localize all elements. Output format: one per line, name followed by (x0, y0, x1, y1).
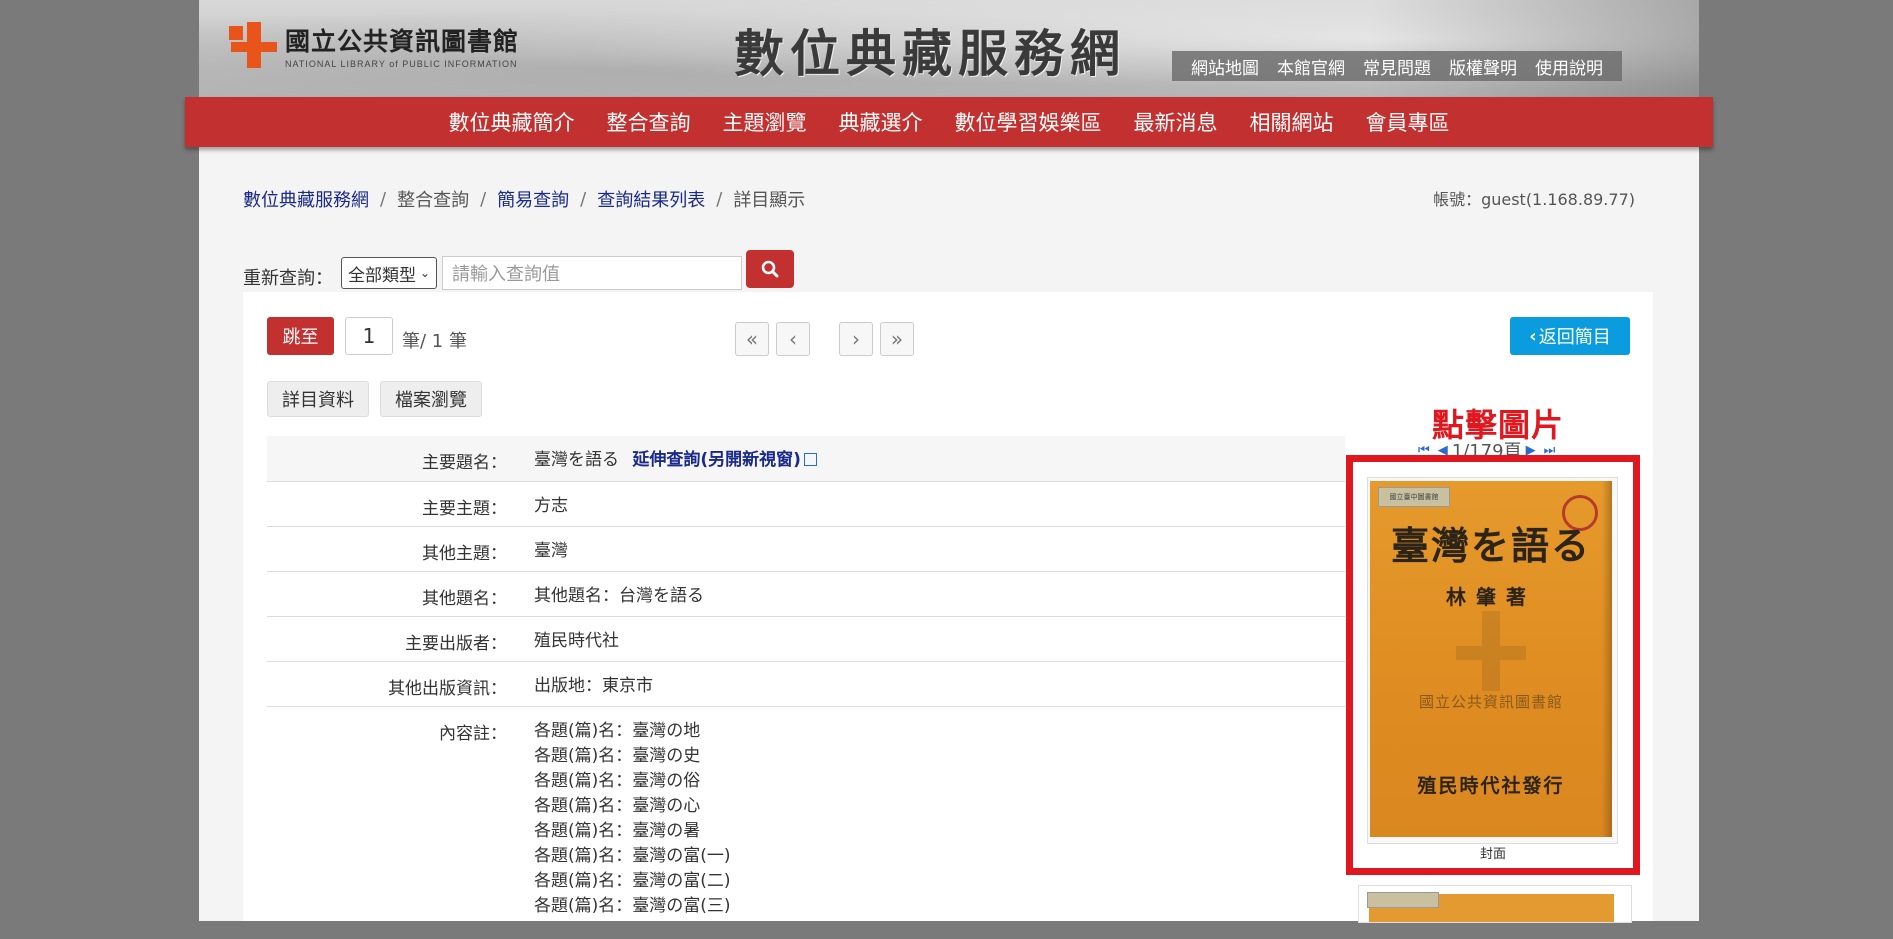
detail-row-publisher: 主要出版者： 殖民時代社 (267, 616, 1345, 661)
type-select-value: 全部類型 (348, 265, 416, 286)
page-number-input[interactable]: 1 (345, 317, 393, 355)
nav-item-intro[interactable]: 數位典藏簡介 (449, 107, 575, 137)
requery-bar: 重新查詢： 全部類型 ⌄ 請輸入查詢值 (243, 250, 794, 290)
nav-item-collection-picks[interactable]: 典藏選介 (839, 107, 923, 137)
detail-row-other-title: 其他題名： 其他題名：台灣を語る (267, 571, 1345, 616)
extended-search-link[interactable]: 延伸查詢(另開新視窗) (632, 450, 801, 470)
main-nav: 數位典藏簡介 整合查詢 主題瀏覽 典藏選介 數位學習娛樂區 最新消息 相關網站 … (185, 97, 1713, 147)
cover-title: 臺灣を語る (1390, 524, 1591, 568)
contents-line: 各題(篇)名：臺灣の富(三) (534, 896, 731, 916)
search-button[interactable] (746, 250, 794, 288)
contents-line: 各題(篇)名：臺灣の心 (534, 796, 701, 816)
contents-line: 各題(篇)名：臺灣の暑 (534, 821, 701, 841)
jump-button[interactable]: 跳至 (267, 317, 334, 355)
detail-key: 主要主題： (422, 499, 507, 519)
chevron-left-icon: ‹ (1529, 325, 1537, 347)
logo-english-name: NATIONAL LIBRARY of PUBLIC INFORMATION (285, 58, 518, 69)
cover-caption: 封面 (1479, 847, 1506, 862)
detail-table: 主要題名： 臺灣を語る 延伸查詢(另開新視窗) 主要主題： 方志 其他主題： 臺… (267, 436, 1345, 939)
detail-row-contents-note: 內容註： 各題(篇)名：臺灣の地 各題(篇)名：臺灣の史 各題(篇)名：臺灣の俗… (267, 706, 1345, 939)
nav-item-news[interactable]: 最新消息 (1134, 107, 1218, 137)
library-logo-icon (229, 20, 279, 70)
detail-row-other-subject: 其他主題： 臺灣 (267, 526, 1345, 571)
breadcrumb-home[interactable]: 數位典藏服務網 (243, 186, 369, 212)
top-link-faq[interactable]: 常見問題 (1363, 54, 1431, 79)
contents-line: 各題(篇)名：臺灣の俗 (534, 771, 701, 791)
top-link-help[interactable]: 使用說明 (1535, 54, 1603, 79)
cover-thumbnail[interactable]: 國立臺中圖書館 臺灣を語る 林肇著 國立公共資訊圖書館 殖民時代社發行 (1370, 481, 1612, 837)
detail-value: 方志 (534, 496, 568, 516)
header-banner: 國立公共資訊圖書館 NATIONAL LIBRARY of PUBLIC INF… (199, 0, 1699, 97)
top-link-sitemap[interactable]: 網站地圖 (1191, 54, 1259, 79)
tab-detail-data[interactable]: 詳目資料 (267, 381, 369, 417)
library-stamp: 國立臺中圖書館 (1378, 487, 1450, 507)
watermark-logo-icon (1456, 611, 1526, 691)
detail-value: 出版地：東京市 (534, 676, 653, 696)
search-input[interactable]: 請輸入查詢值 (442, 256, 742, 290)
chevron-down-icon: ⌄ (420, 266, 431, 280)
detail-key: 其他題名： (422, 589, 507, 609)
nav-item-members[interactable]: 會員專區 (1366, 107, 1450, 137)
breadcrumb-separator: / (480, 188, 487, 210)
next-page-button[interactable]: › (839, 322, 873, 356)
top-links: 網站地圖 本館官網 常見問題 版權聲明 使用說明 (1172, 51, 1622, 81)
contents-line: 各題(篇)名：臺灣の史 (534, 746, 701, 766)
nav-item-digital-learning[interactable]: 數位學習娛樂區 (955, 107, 1102, 137)
detail-row-publication-info: 其他出版資訊： 出版地：東京市 (267, 661, 1345, 706)
requery-label: 重新查詢： (243, 268, 333, 289)
cover-publisher: 殖民時代社發行 (1417, 775, 1565, 797)
library-logo[interactable]: 國立公共資訊圖書館 NATIONAL LIBRARY of PUBLIC INF… (229, 20, 519, 70)
first-page-button[interactable]: « (735, 322, 769, 356)
tab-file-browse[interactable]: 檔案瀏覽 (380, 381, 482, 417)
nav-item-topic-browse[interactable]: 主題瀏覽 (723, 107, 807, 137)
detail-key: 主要題名： (422, 453, 507, 473)
search-icon (761, 260, 779, 278)
logo-chinese-name: 國立公共資訊圖書館 (285, 26, 520, 56)
nav-item-integrated-search[interactable]: 整合查詢 (607, 107, 691, 137)
breadcrumb-simple-search[interactable]: 簡易查詢 (497, 186, 569, 212)
contents-line: 各題(篇)名：臺灣の地 (534, 721, 701, 741)
detail-value: 臺灣 (534, 541, 568, 561)
breadcrumb: 數位典藏服務網 / 整合查詢 / 簡易查詢 / 查詢結果列表 / 詳目顯示 (243, 186, 805, 212)
detail-key: 其他主題： (422, 544, 507, 564)
detail-key: 其他出版資訊： (388, 679, 507, 699)
contents-line: 各題(篇)名：臺灣の富(一) (534, 846, 731, 866)
detail-key: 主要出版者： (405, 634, 507, 654)
cover-library: 國立公共資訊圖書館 (1418, 693, 1563, 711)
top-link-copyright[interactable]: 版權聲明 (1449, 54, 1517, 79)
breadcrumb-result-list[interactable]: 查詢結果列表 (597, 186, 705, 212)
account-info: 帳號：guest(1.168.89.77) (1433, 190, 1635, 209)
breadcrumb-separator: / (716, 188, 723, 210)
external-link-icon[interactable] (803, 453, 817, 466)
nav-item-related-sites[interactable]: 相關網站 (1250, 107, 1334, 137)
detail-row-main-subject: 主要主題： 方志 (267, 481, 1345, 526)
breadcrumb-current: 詳目顯示 (733, 190, 806, 211)
record-count: 筆/ 1 筆 (402, 331, 467, 352)
last-page-button[interactable]: » (880, 322, 914, 356)
breadcrumb-separator: / (580, 188, 587, 210)
detail-value: 殖民時代社 (534, 631, 619, 651)
site-title: 數位典藏服務網 (734, 24, 1126, 83)
type-select[interactable]: 全部類型 ⌄ (341, 257, 437, 289)
detail-value: 臺灣を語る (534, 450, 619, 470)
breadcrumb-integrated-search: 整合查詢 (397, 190, 470, 211)
cover-author: 林肇著 (1446, 585, 1536, 609)
back-to-list-button[interactable]: ‹ 返回簡目 (1510, 317, 1630, 355)
contents-line: 各題(篇)名：臺灣の富(二) (534, 871, 731, 891)
breadcrumb-separator: / (380, 188, 387, 210)
detail-row-main-title: 主要題名： 臺灣を語る 延伸查詢(另開新視窗) (267, 436, 1345, 481)
prev-page-button[interactable]: ‹ (776, 322, 810, 356)
detail-key: 內容註： (439, 724, 507, 744)
page-thumbnail[interactable] (1358, 885, 1632, 923)
top-link-official-site[interactable]: 本館官網 (1277, 54, 1345, 79)
back-to-list-label: 返回簡目 (1538, 327, 1611, 348)
detail-value: 其他題名：台灣を語る (534, 586, 704, 606)
